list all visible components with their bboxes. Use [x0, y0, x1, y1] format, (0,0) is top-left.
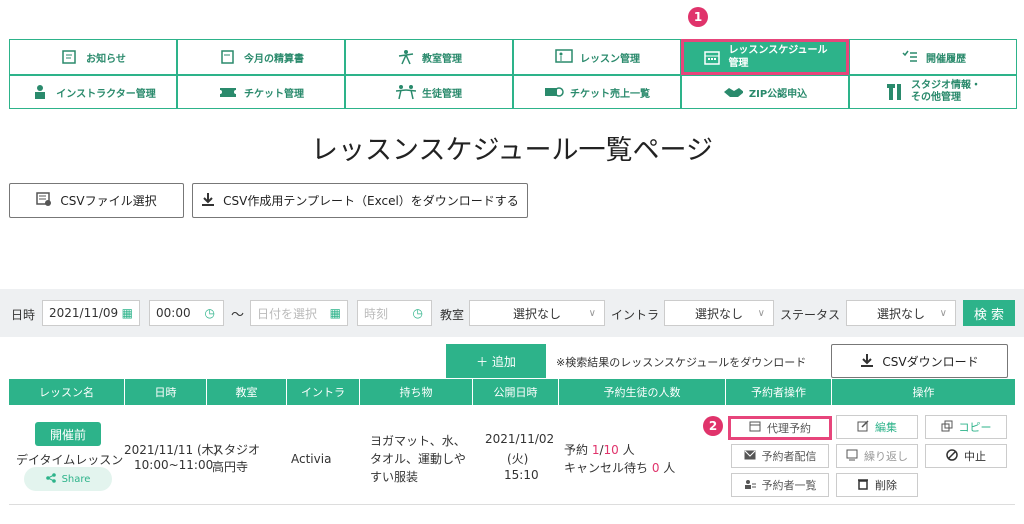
calendar-icon — [749, 421, 761, 435]
delete-button[interactable]: 削除 — [836, 473, 918, 497]
col-datetime: 日時 — [125, 379, 207, 405]
notify-reservers-button[interactable]: 予約者配信 — [731, 444, 829, 468]
chevron-down-icon: ∨ — [939, 307, 947, 319]
col-publish: 公開日時 — [473, 379, 559, 405]
download-icon — [201, 192, 215, 209]
nav-instructor[interactable]: インストラクター管理 — [9, 75, 177, 109]
reserver-list-button[interactable]: 予約者一覧 — [731, 473, 829, 497]
notice-icon — [60, 48, 80, 66]
lesson-date: 2021/11/11 (木) — [124, 443, 219, 457]
calendar-icon: ▦ — [121, 306, 133, 320]
nav-students[interactable]: 生徒管理 — [345, 75, 513, 109]
classroom-icon — [396, 48, 416, 66]
nav-notice[interactable]: お知らせ — [9, 39, 177, 75]
csv-file-select-button[interactable]: CSVファイル選択 — [9, 183, 184, 218]
copy-icon — [941, 420, 953, 435]
nav-studio-info[interactable]: スタジオ情報・ その他管理 — [849, 75, 1017, 109]
col-reserver-ops: 予約者操作 — [726, 379, 832, 405]
handshake-icon — [723, 83, 743, 101]
status-label: ステータス — [780, 308, 841, 322]
ticket-sales-icon — [544, 83, 564, 101]
edit-button[interactable]: 編集 — [836, 415, 918, 439]
tools-icon — [885, 83, 905, 101]
classroom-name-2: 高円寺 — [212, 460, 249, 474]
clock-icon: ◷ — [204, 306, 215, 320]
user-list-icon — [744, 479, 756, 492]
instructor-label: イントラ — [611, 308, 660, 322]
start-time-input[interactable]: 00:00 ◷ — [149, 300, 224, 326]
step-badge-1: 1 — [688, 7, 708, 27]
col-instructor: イントラ — [287, 379, 360, 405]
publish-weekday: (火) — [507, 452, 529, 466]
lesson-time: 10:00~11:00 — [134, 458, 214, 472]
classroom-label: 教室 — [440, 308, 465, 322]
status-badge: 開催前 — [35, 422, 101, 446]
repeat-button[interactable]: 繰り返し — [836, 444, 918, 468]
start-date-input[interactable]: 2021/11/09 ▦ — [42, 300, 140, 326]
instructor-select[interactable]: 選択なし ∨ — [664, 300, 774, 326]
end-date-input[interactable]: 日付を選択 ▦ — [250, 300, 348, 326]
col-operations: 操作 — [832, 379, 1015, 405]
classroom-select[interactable]: 選択なし ∨ — [469, 300, 605, 326]
clock-icon: ◷ — [412, 306, 423, 320]
date-label: 日時 — [11, 308, 36, 322]
chevron-down-icon: ∨ — [757, 307, 765, 319]
ticket-icon — [218, 83, 238, 101]
col-items: 持ち物 — [360, 379, 473, 405]
edit-icon — [857, 419, 869, 435]
nav-history[interactable]: 開催履歴 — [849, 39, 1017, 75]
status-select[interactable]: 選択なし ∨ — [846, 300, 956, 326]
classroom-name-1: スタジオ — [212, 443, 261, 457]
statement-icon — [218, 48, 238, 66]
items-line-3: すい服装 — [370, 470, 419, 484]
step-badge-2: 2 — [703, 416, 723, 436]
range-separator: 〜 — [231, 308, 245, 323]
nav-statement[interactable]: 今月の精算書 — [177, 39, 345, 75]
items-line-1: ヨガマット、水、 — [370, 434, 466, 448]
template-download-button[interactable]: CSV作成用テンプレート（Excel）をダウンロードする — [192, 183, 528, 218]
publish-time: 15:10 — [504, 468, 539, 482]
calendar-icon — [702, 48, 722, 66]
csv-download-button[interactable]: CSVダウンロード — [831, 344, 1008, 378]
col-classroom: 教室 — [207, 379, 287, 405]
cancel-lesson-button[interactable]: 中止 — [925, 444, 1007, 468]
lesson-icon — [554, 48, 574, 66]
history-icon — [900, 48, 920, 66]
page-title: レッスンスケジュール一覧ページ — [310, 135, 714, 166]
waitlist-count: キャンセル待ち 0 人 — [564, 461, 676, 475]
nav-ticket[interactable]: チケット管理 — [177, 75, 345, 109]
repeat-icon — [846, 449, 858, 464]
copy-button[interactable]: コピー — [925, 415, 1007, 439]
file-icon — [36, 192, 52, 209]
mail-icon — [744, 450, 756, 463]
students-icon — [396, 83, 416, 101]
lesson-name: デイタイムレッスン — [16, 453, 124, 467]
nav-lesson[interactable]: レッスン管理 — [513, 39, 681, 75]
items-line-2: タオル、運動しや — [370, 452, 466, 466]
add-button[interactable]: ＋ 追加 — [446, 344, 546, 378]
end-time-input[interactable]: 時刻 ◷ — [357, 300, 432, 326]
trash-icon — [857, 478, 869, 493]
download-icon — [860, 353, 874, 370]
reservation-count: 予約 1/10 人 — [564, 443, 635, 457]
nav-zip-apply[interactable]: ZIP公認申込 — [681, 75, 849, 109]
nav-classroom[interactable]: 教室管理 — [345, 39, 513, 75]
proxy-reservation-button[interactable]: 代理予約 — [728, 416, 832, 440]
col-lesson-name: レッスン名 — [9, 379, 125, 405]
share-button[interactable]: Share — [24, 467, 112, 491]
chevron-down-icon: ∨ — [588, 307, 596, 319]
download-note: ※検索結果のレッスンスケジュールをダウンロード — [556, 356, 807, 369]
share-icon — [45, 472, 56, 486]
calendar-icon: ▦ — [329, 306, 341, 320]
nav-ticket-sales[interactable]: チケット売上一覧 — [513, 75, 681, 109]
nav-lesson-schedule[interactable]: レッスンスケジュール 管理 — [681, 39, 849, 75]
instructor-icon — [30, 83, 50, 101]
instructor-name: Activia — [291, 452, 332, 466]
search-button[interactable]: 検 索 — [963, 300, 1015, 326]
ban-icon — [946, 448, 958, 464]
col-reservations: 予約生徒の人数 — [559, 379, 726, 405]
publish-date: 2021/11/02 — [485, 432, 555, 446]
